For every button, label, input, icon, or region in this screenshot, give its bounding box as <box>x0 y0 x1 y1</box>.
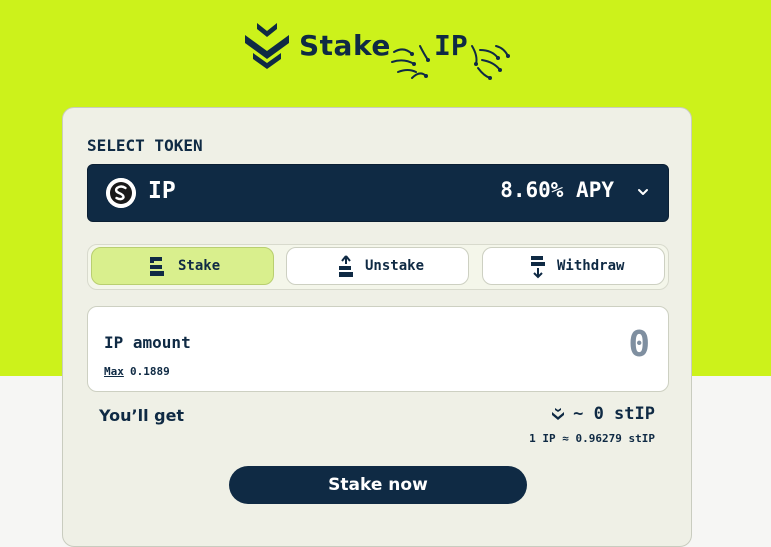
brand-name: Stake <box>299 29 391 62</box>
max-button[interactable]: Max <box>104 365 124 378</box>
header: Stake IP <box>0 10 771 80</box>
tab-unstake-label: Unstake <box>365 258 425 274</box>
action-tabs: Stake Unstake Withdraw <box>87 244 669 290</box>
brand-logo-icon <box>245 23 289 69</box>
stake-now-button[interactable]: Stake now <box>229 466 527 504</box>
select-token-label: SELECT TOKEN <box>87 136 203 155</box>
amount-label: IP amount <box>104 333 191 352</box>
balance-value: 0.1889 <box>130 365 170 378</box>
sparkle-icon <box>471 45 510 80</box>
unstake-icon <box>339 255 353 277</box>
tab-stake[interactable]: Stake <box>91 247 274 285</box>
receive-value: ~ 0 stIP <box>573 404 655 424</box>
chevron-down-icon <box>638 189 648 195</box>
receive-label: You’ll get <box>99 406 185 425</box>
tab-stake-label: Stake <box>178 258 221 274</box>
sparkle-icon <box>391 45 430 79</box>
amount-input[interactable] <box>428 321 652 367</box>
token-name: IP <box>148 178 176 204</box>
page-title: IP <box>434 29 468 62</box>
stip-token-icon <box>552 408 564 420</box>
tab-unstake[interactable]: Unstake <box>286 247 469 285</box>
apy-value: 8.60% APY <box>500 178 614 202</box>
token-select-dropdown[interactable]: IP 8.60% APY <box>87 164 669 222</box>
stake-icon <box>150 257 164 276</box>
stake-card: SELECT TOKEN IP 8.60% APY Stake Unstake … <box>62 107 692 547</box>
story-token-icon <box>106 178 136 208</box>
exchange-rate: 1 IP ≈ 0.96279 stIP <box>529 432 655 445</box>
tab-withdraw[interactable]: Withdraw <box>482 247 665 285</box>
tab-withdraw-label: Withdraw <box>557 258 625 274</box>
amount-field-container: IP amount Max 0.1889 <box>87 306 669 392</box>
withdraw-icon <box>531 256 545 279</box>
